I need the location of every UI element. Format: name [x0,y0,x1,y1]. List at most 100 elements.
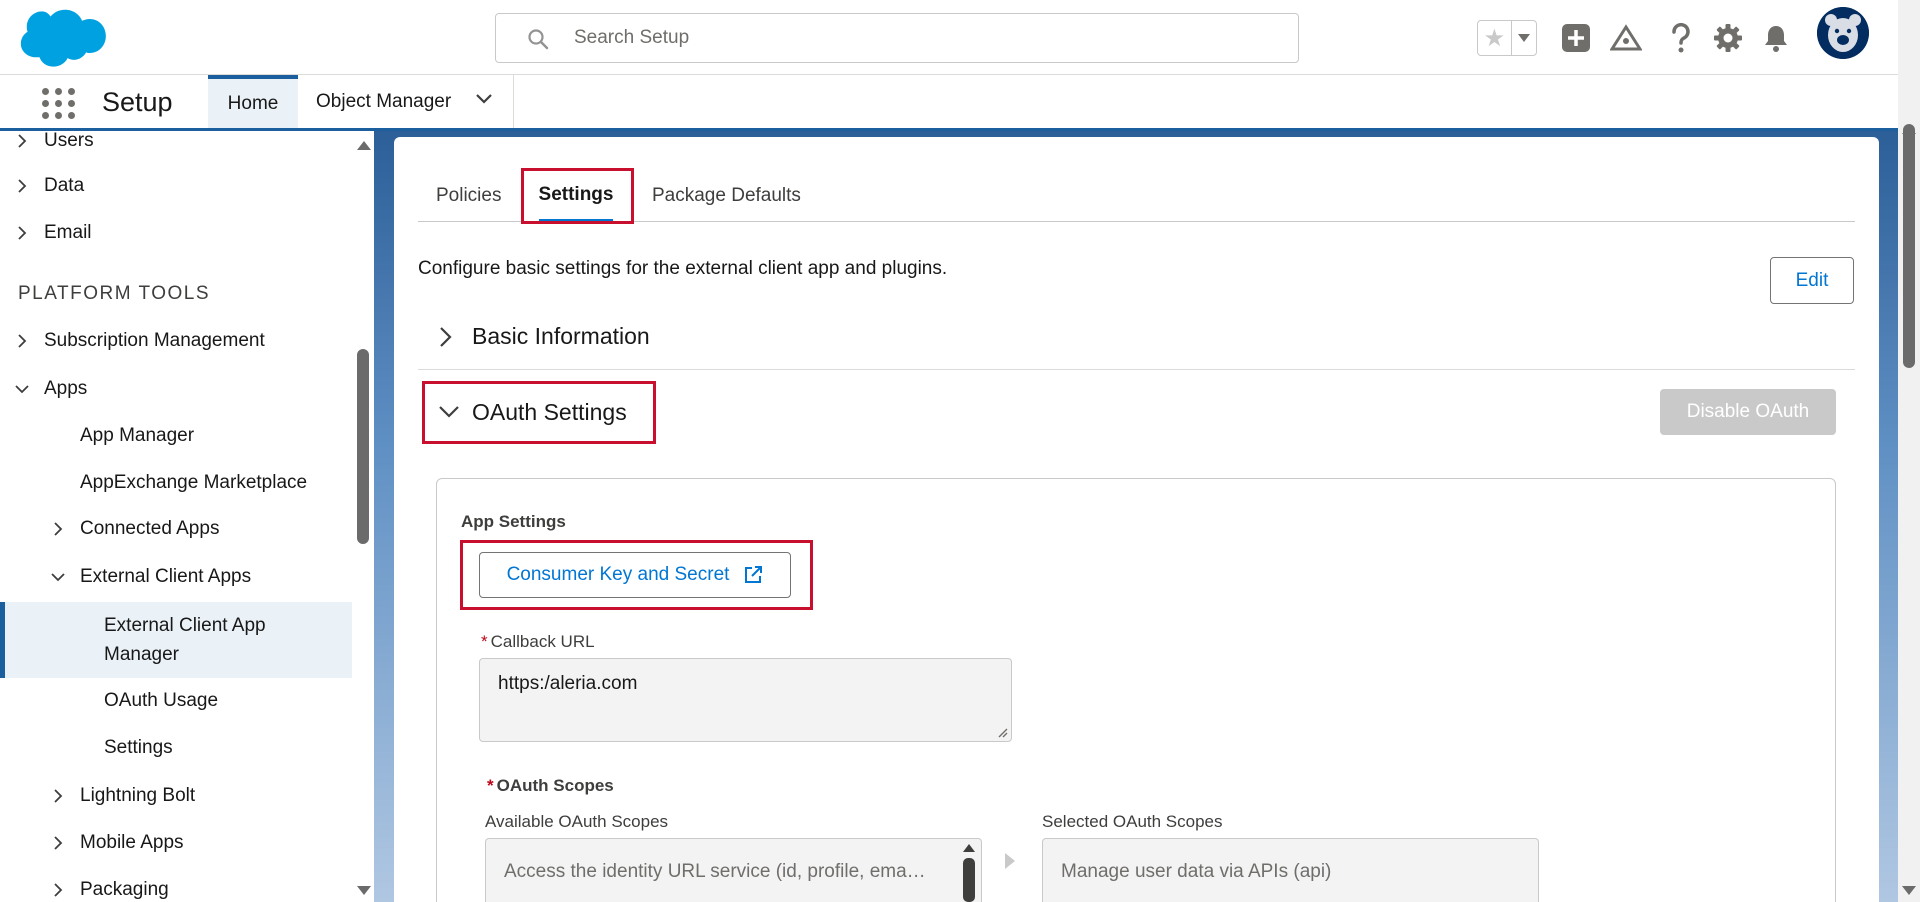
user-avatar[interactable] [1817,7,1869,59]
sidebar-item-lightning-bolt[interactable]: Lightning Bolt [0,776,352,816]
app-launcher-icon[interactable] [40,87,78,119]
sidebar-item-label: External Client App Manager [104,615,266,665]
tab-home[interactable]: Home [208,75,298,128]
sidebar-scrollbar-thumb[interactable] [357,349,369,544]
sidebar-item-oauth-usage[interactable]: OAuth Usage [0,681,352,721]
setup-sidebar: Users Data Email PLATFORM TOOLS Subscrip… [0,131,352,902]
search-input[interactable] [574,22,1274,54]
sidebar-item-data[interactable]: Data [0,166,352,206]
sidebar-item-users[interactable]: Users [0,131,352,161]
tab-policies[interactable]: Policies [436,170,501,222]
chevron-right-icon[interactable] [14,333,30,349]
help-icon[interactable] [1663,18,1699,58]
consumer-key-secret-button[interactable]: Consumer Key and Secret [479,552,791,598]
search-icon [528,29,549,50]
list-item[interactable]: Manage user data via APIs (api) [1061,861,1331,882]
consumer-key-secret-label: Consumer Key and Secret [506,564,730,585]
sidebar-item-external-client-apps[interactable]: External Client Apps [0,557,352,597]
sidebar-item-label: Packaging [80,879,169,900]
page-scrollbar-thumb[interactable] [1903,124,1915,368]
required-marker: * [487,776,494,795]
chevron-right-icon[interactable] [438,326,454,348]
scroll-down-arrow-icon[interactable] [1902,886,1916,895]
section-oauth-settings[interactable]: OAuth Settings [418,392,1855,432]
chevron-right-icon[interactable] [50,835,66,851]
list-item[interactable]: Access the identity URL service (id, pro… [504,861,926,882]
available-scopes-scrollbar[interactable] [959,840,979,902]
available-scopes-label: Available OAuth Scopes [485,812,669,831]
salesforce-logo[interactable] [20,8,112,70]
required-marker: * [481,632,488,651]
sidebar-item-label: Connected Apps [80,518,220,539]
sidebar-item-app-manager[interactable]: App Manager [0,416,352,456]
chevron-down-icon[interactable] [50,569,66,585]
oauth-scopes-heading-text: OAuth Scopes [496,776,614,795]
section-title: Basic Information [472,322,650,349]
sidebar-item-label: Settings [104,737,173,758]
tab-object-manager[interactable]: Object Manager [298,75,514,128]
tab-settings[interactable]: Settings [539,170,613,222]
context-bar: Setup Home Object Manager [0,75,1898,131]
list-scrollbar-graphic [963,844,975,902]
sidebar-item-connected-apps[interactable]: Connected Apps [0,509,352,549]
notifications-bell-icon[interactable] [1758,18,1794,58]
sidebar-scrollbar[interactable] [352,131,374,902]
sidebar-item-appexchange-marketplace[interactable]: AppExchange Marketplace [0,463,352,503]
sidebar-item-label: Lightning Bolt [80,785,196,806]
chevron-right-icon[interactable] [50,788,66,804]
section-title: OAuth Settings [472,398,627,425]
favorites-group: ★ [1477,20,1537,56]
sidebar-item-apps[interactable]: Apps [0,369,352,409]
global-actions-icon[interactable] [1558,18,1594,58]
oauth-scopes-heading: * OAuth Scopes [487,776,614,796]
sidebar-item-label: Users [44,131,94,151]
sidebar-item-label: Data [44,175,85,196]
chevron-right-icon[interactable] [50,882,66,898]
scroll-down-arrow-icon[interactable] [357,886,371,895]
sidebar-item-label: Mobile Apps [80,832,184,853]
sidebar-item-settings[interactable]: Settings [0,728,352,768]
selected-scopes-list[interactable]: Manage user data via APIs (api) [1042,838,1539,902]
chevron-right-icon[interactable] [14,133,30,149]
trailhead-icon[interactable] [1608,18,1644,58]
chevron-right-icon[interactable] [50,521,66,537]
section-basic-information[interactable]: Basic Information [418,316,1855,356]
sidebar-item-label: Email [44,222,92,243]
edit-button[interactable]: Edit [1770,257,1854,304]
sidebar-item-label: Subscription Management [44,330,265,351]
chevron-right-icon[interactable] [14,178,30,194]
setup-search[interactable] [495,13,1299,63]
settings-tabset: Policies Settings Package Defaults [418,170,1855,222]
sidebar-item-external-client-app-manager[interactable]: External Client App Manager [0,602,352,678]
page-scrollbar[interactable] [1898,0,1920,902]
app-settings-heading: App Settings [461,512,566,531]
sidebar-item-packaging[interactable]: Packaging [0,870,352,902]
favorites-star-icon[interactable]: ★ [1478,21,1511,55]
external-link-icon [745,566,763,583]
scroll-up-arrow-icon[interactable] [357,141,371,150]
section-divider [418,369,1855,370]
tab-object-manager-label: Object Manager [316,90,452,112]
sidebar-section-heading: PLATFORM TOOLS [18,283,211,304]
disable-oauth-button[interactable]: Disable OAuth [1660,389,1836,435]
chevron-down-icon[interactable] [475,93,493,105]
sidebar-item-label: App Manager [80,425,195,446]
sidebar-item-email[interactable]: Email [0,213,352,253]
app-name: Setup [102,87,173,117]
callback-url-field[interactable]: https:/aleria.com [479,658,1012,742]
chevron-right-icon[interactable] [14,225,30,241]
available-scopes-list[interactable]: Access the identity URL service (id, pro… [485,838,982,902]
sidebar-item-mobile-apps[interactable]: Mobile Apps [0,823,352,863]
favorites-dropdown-icon[interactable] [1510,21,1536,55]
move-right-arrow-icon[interactable] [1005,853,1015,869]
callback-url-label: * Callback URL [481,632,595,652]
tab-package-defaults[interactable]: Package Defaults [652,170,801,222]
sidebar-item-label: Apps [44,378,88,399]
resize-grip-icon[interactable] [996,726,1008,738]
sidebar-item-label: OAuth Usage [104,690,219,711]
sidebar-item-label: AppExchange Marketplace [80,472,308,493]
sidebar-item-subscription-management[interactable]: Subscription Management [0,321,352,361]
chevron-down-icon[interactable] [14,381,30,397]
chevron-down-icon[interactable] [438,404,460,420]
setup-gear-icon[interactable] [1710,18,1746,58]
